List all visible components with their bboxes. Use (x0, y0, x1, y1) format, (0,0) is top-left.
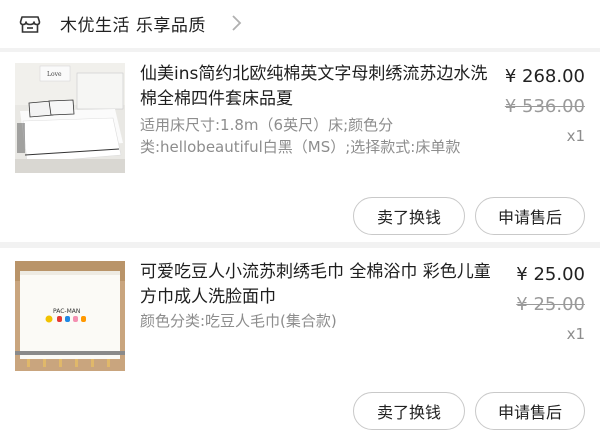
pacman-towel-photo: PAC-MAN (15, 261, 125, 371)
apply-after-sale-button[interactable]: 申请售后 (475, 392, 585, 430)
product-image[interactable]: Love (15, 63, 125, 173)
bedding-set-photo: Love (15, 63, 125, 173)
product-spec: 颜色分类:吃豆人毛巾(集合款) (140, 312, 337, 330)
order-item[interactable]: PAC-MAN 可爱吃豆人小流苏刺绣毛巾 全棉浴巾 彩色儿童方巾成人洗脸面巾 颜… (0, 248, 600, 435)
chevron-right-icon[interactable] (230, 12, 244, 34)
shop-header[interactable]: 木优生活 乐享品质 (0, 0, 600, 48)
svg-text:Love: Love (47, 71, 62, 78)
quantity: x1 (566, 127, 585, 145)
shop-name[interactable]: 木优生活 乐享品质 (60, 11, 206, 36)
sell-for-cash-button[interactable]: 卖了换钱 (353, 197, 465, 235)
quantity: x1 (566, 325, 585, 343)
price: ¥ 268.00 (504, 66, 585, 87)
original-price: ¥ 25.00 (516, 294, 585, 315)
apply-after-sale-button[interactable]: 申请售后 (475, 197, 585, 235)
shop-icon (19, 16, 41, 33)
original-price: ¥ 536.00 (504, 96, 585, 117)
product-title[interactable]: 仙美ins简约北欧纯棉英文字母刺绣流苏边水洗棉全棉四件套床品夏 (140, 62, 492, 112)
product-image[interactable]: PAC-MAN (15, 261, 125, 371)
order-item[interactable]: Love 仙美ins简约北欧纯棉英文字母刺绣流苏边水洗棉全棉四件套床品夏 适用床… (0, 52, 600, 242)
price: ¥ 25.00 (516, 264, 585, 285)
svg-text:PAC-MAN: PAC-MAN (53, 308, 80, 315)
product-title[interactable]: 可爱吃豆人小流苏刺绣毛巾 全棉浴巾 彩色儿童方巾成人洗脸面巾 (140, 260, 492, 310)
sell-for-cash-button[interactable]: 卖了换钱 (353, 392, 465, 430)
product-spec: 适用床尺寸:1.8m（6英尺）床;颜色分类:hellobeautiful白黑（M… (140, 116, 461, 156)
